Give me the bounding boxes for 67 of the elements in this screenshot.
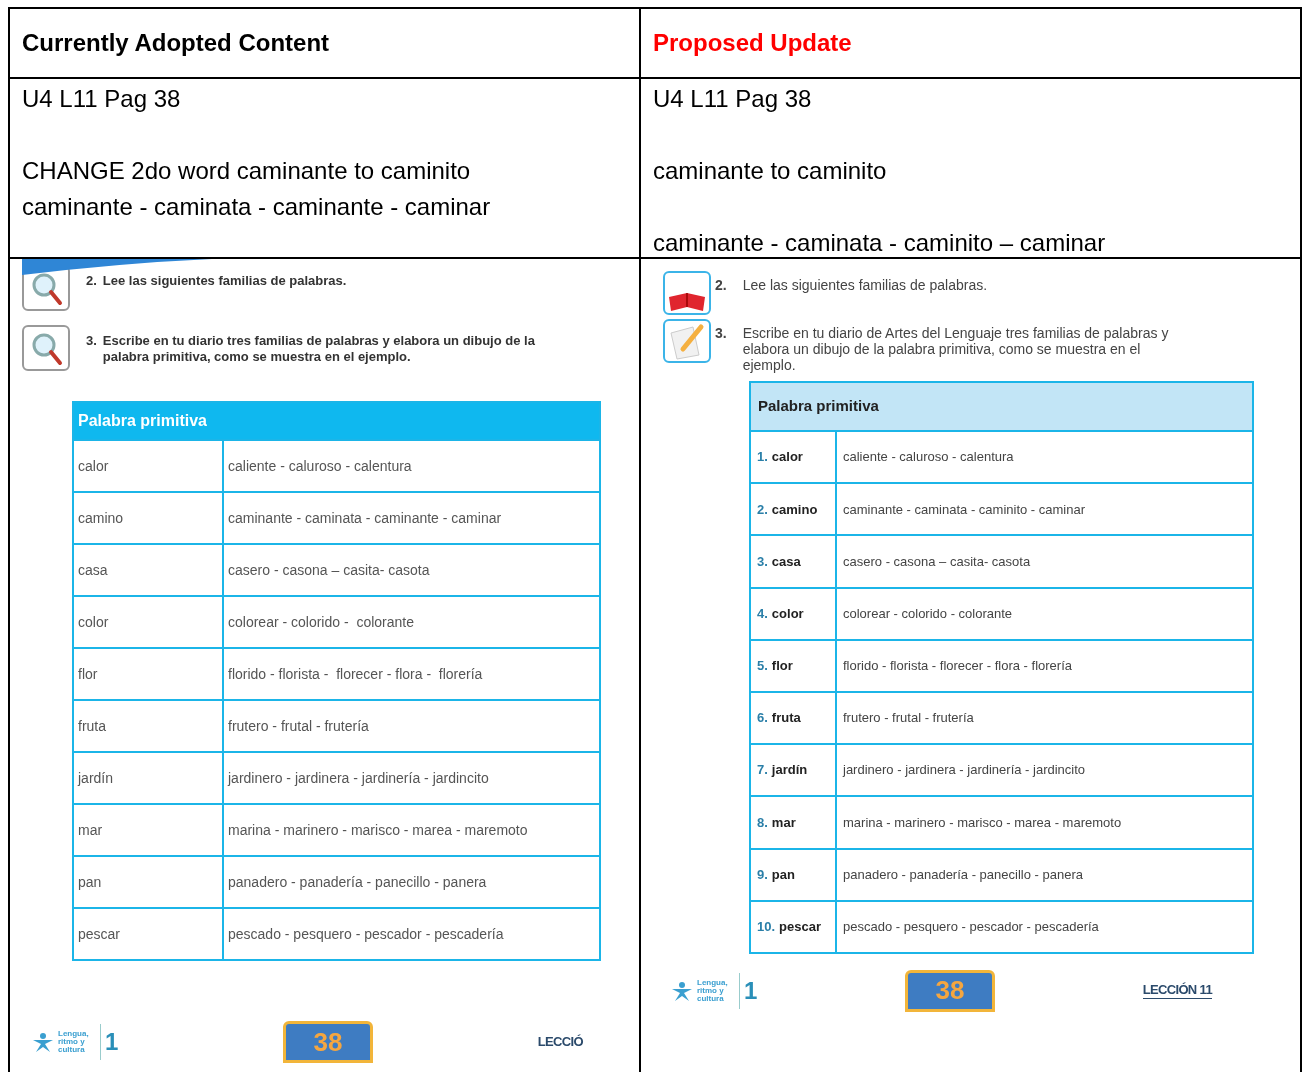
series-logo: Lengua, ritmo y cultura 1 (32, 1024, 119, 1060)
book-icon (663, 271, 711, 315)
table-cell-text: colorear - colorido - colorante (842, 604, 1014, 623)
table-cell-text: caliente - caluroso - calentura (842, 448, 1015, 467)
series-logo: Lengua, ritmo y cultura 1 (671, 972, 758, 1009)
page-number-badge: 38 (283, 1021, 374, 1063)
task-instruction: Lee las siguientes familias de palabras. (102, 273, 347, 289)
table-cell-text: frutero - frutal - frutería (227, 716, 370, 736)
table-cell-text: jardinero - jardinera - jardinería - jardincito (841, 761, 1087, 780)
table-cell: fruta (74, 701, 224, 751)
table-header: Palabra primitiva (74, 403, 599, 439)
table-cell: 8. mar (751, 797, 837, 848)
table-cell-text: marina - marinero - marisco - marea - maremoto (227, 820, 529, 840)
table-cell-text: pescado - pesquero - pescador - pescadería (842, 918, 1100, 937)
table-cell: jardín (74, 753, 224, 803)
task-number: 2. (86, 273, 97, 289)
table-cell: calor (74, 441, 224, 491)
table-cell-text: caliente - caluroso - calentura (227, 456, 413, 476)
table-cell: 6. fruta (751, 692, 837, 744)
note-text: caminante to caminito (653, 156, 888, 186)
table-cell: 9. pan (751, 849, 837, 900)
table-cell-text: panadero - panadería - panecillo - panera (227, 872, 488, 892)
table-cell: flor (74, 649, 224, 699)
lesson-label: LECCIÓN 11 (1142, 982, 1212, 1000)
table-cell-text: pescado - pesquero - pescador - pescadería (227, 924, 505, 944)
task-instruction: Lee las siguientes familias de palabras. (742, 277, 988, 293)
note-text: CHANGE 2do word caminante to caminito (22, 156, 472, 186)
table-cell: pan (74, 857, 224, 907)
table-cell: mar (74, 805, 224, 855)
task-instruction: Escribe en tu diario tres familias de palabras y elabora un dibujo de la palabra primitiva, como se muestra en el ejemplo. (102, 333, 536, 365)
table-cell: casa (74, 545, 224, 595)
table-cell: 4. color (751, 588, 837, 639)
table-header: Palabra primitiva (751, 383, 1252, 430)
table-cell: color (74, 597, 224, 647)
table-cell-text: jardinero - jardinera - jardinería - jardincito (226, 768, 490, 788)
task-instruction: Escribe en tu diario de Artes del Lenguaje tres familias de palabras y elabora un dibujo de la palabra primitiva, como se muestra en el ejemplo. (742, 325, 1170, 373)
magnifier-icon (22, 325, 70, 371)
table-cell: 7. jardín (751, 745, 837, 796)
table-cell: 2. camino (751, 484, 837, 535)
table-cell: 5. flor (751, 640, 837, 691)
table-cell-text: caminante - caminata - caminito - caminar (842, 500, 1087, 519)
task-number: 3. (86, 333, 97, 350)
table-cell-text: casero - casona – casita- casota (227, 560, 431, 580)
table-cell-text: caminante - caminata - caminante - caminar (227, 508, 503, 528)
pencil-icon (663, 319, 711, 363)
table-cell-text: colorear - colorido - colorante (227, 612, 415, 632)
note-text: caminante - caminata - caminante - caminar (22, 192, 492, 222)
table-cell: 3. casa (751, 536, 837, 587)
table-cell: 10. pescar (751, 901, 837, 952)
table-cell: camino (74, 493, 224, 543)
table-cell-text: frutero - frutal - frutería (842, 709, 975, 728)
table-cell-text: panadero - panadería - panecillo - panera (842, 865, 1084, 884)
table-cell: 1. calor (751, 432, 837, 483)
table-cell: pescar (74, 909, 224, 959)
note-text: caminante - caminata - caminito – caminar (653, 228, 1107, 258)
table-cell-text: casero - casona – casita- casota (842, 552, 1032, 571)
table-cell-text: florido - florista - florecer - flora - florería (842, 657, 1073, 676)
note-text: U4 L11 Pag 38 (653, 84, 813, 114)
table-cell-text: marina - marinero - marisco - marea - maremoto (842, 813, 1123, 832)
column-heading: Proposed Update (653, 28, 852, 58)
task-number: 2. (715, 277, 727, 293)
table-cell-text: florido - florista - florecer - flora - florería (227, 664, 484, 684)
lesson-label: LECCIÓ (537, 1033, 583, 1052)
page-number-badge: 38 (905, 969, 995, 1012)
task-number: 3. (715, 325, 727, 343)
column-heading: Currently Adopted Content (22, 28, 330, 58)
note-text: U4 L11 Pag 38 (22, 84, 182, 114)
